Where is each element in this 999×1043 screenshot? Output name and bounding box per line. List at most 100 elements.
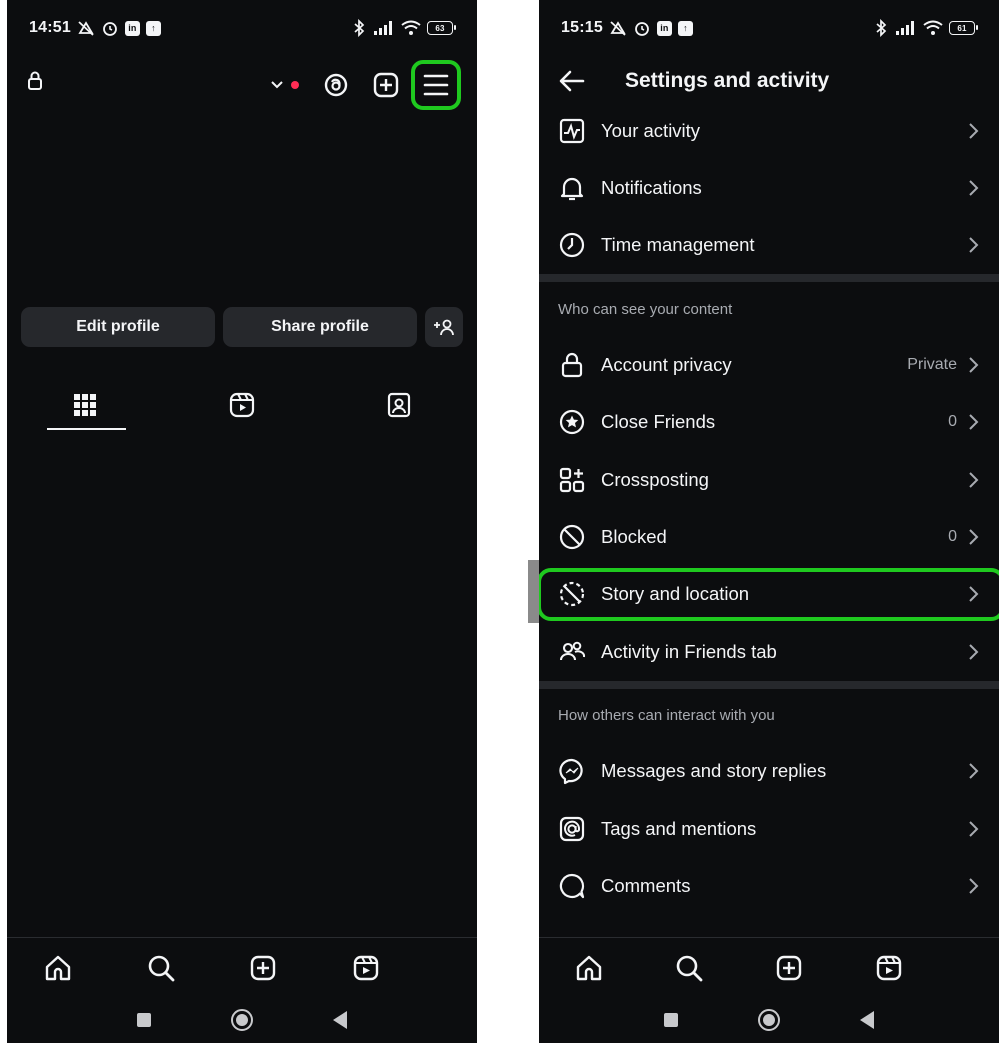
upload-icon: ↑ bbox=[145, 20, 161, 36]
star-circle-icon bbox=[557, 407, 587, 437]
lock-icon bbox=[28, 71, 42, 90]
page-title: Settings and activity bbox=[625, 69, 830, 92]
add-person-icon bbox=[434, 319, 454, 336]
comment-icon bbox=[557, 871, 587, 901]
messenger-icon bbox=[557, 756, 587, 786]
crossposting-icon bbox=[557, 465, 587, 495]
nav-create[interactable] bbox=[238, 943, 288, 993]
search-icon bbox=[148, 955, 175, 981]
blocked-icon bbox=[557, 522, 587, 552]
home-icon bbox=[576, 955, 602, 980]
system-navigation bbox=[539, 997, 999, 1043]
discover-people-button[interactable] bbox=[425, 307, 463, 347]
tagged-person-icon bbox=[387, 392, 410, 418]
clock-icon bbox=[557, 230, 587, 260]
tab-posts-grid[interactable] bbox=[7, 380, 164, 430]
settings-item-blocked[interactable]: Blocked 0 bbox=[539, 508, 999, 565]
tab-tagged[interactable] bbox=[320, 380, 477, 430]
section-divider bbox=[539, 274, 999, 283]
settings-item-time-management[interactable]: Time management bbox=[539, 217, 999, 274]
arrow-left-icon bbox=[559, 70, 585, 92]
edit-profile-button[interactable]: Edit profile bbox=[21, 307, 215, 347]
section-heading: How others can interact with you bbox=[558, 707, 775, 725]
chevron-right-icon bbox=[969, 529, 979, 545]
search-icon bbox=[676, 955, 703, 981]
share-profile-button[interactable]: Share profile bbox=[223, 307, 417, 347]
chevron-right-icon bbox=[969, 820, 979, 837]
settings-item-tags-mentions[interactable]: Tags and mentions bbox=[539, 800, 999, 857]
chevron-right-icon bbox=[969, 586, 979, 603]
home-system-button[interactable] bbox=[758, 1009, 780, 1031]
status-bar: 14:51 in ↑ 63 bbox=[7, 0, 477, 56]
settings-item-notifications[interactable]: Notifications bbox=[539, 159, 999, 216]
alarm-icon bbox=[635, 22, 649, 36]
friends-icon bbox=[557, 637, 587, 667]
status-time: 15:15 bbox=[561, 19, 603, 36]
lock-icon bbox=[557, 350, 587, 380]
chevron-right-icon bbox=[969, 471, 979, 488]
settings-item-close-friends[interactable]: Close Friends 0 bbox=[539, 394, 999, 451]
profile-screen: 14:51 in ↑ 63 Edit profile Share profile bbox=[7, 0, 477, 1043]
divider-marker bbox=[528, 560, 539, 623]
nav-reels[interactable] bbox=[864, 943, 914, 993]
settings-item-activity-friends-tab[interactable]: Activity in Friends tab bbox=[539, 623, 999, 680]
settings-item-comments[interactable]: Comments bbox=[539, 857, 999, 914]
settings-item-messages-story-replies[interactable]: Messages and story replies bbox=[539, 743, 999, 800]
chevron-right-icon bbox=[969, 878, 979, 894]
notification-dot bbox=[291, 81, 299, 89]
bluetooth-icon bbox=[876, 19, 887, 37]
account-switcher[interactable] bbox=[270, 80, 299, 90]
create-button[interactable] bbox=[361, 62, 411, 108]
settings-item-account-privacy[interactable]: Account privacy Private bbox=[539, 336, 999, 393]
plus-square-icon bbox=[251, 955, 276, 980]
tab-reels[interactable] bbox=[164, 380, 321, 430]
nav-home[interactable] bbox=[33, 943, 83, 993]
settings-screen: 15:15 in ↑ 61 Settings and activity Your… bbox=[539, 0, 999, 1043]
section-heading: Who can see your content bbox=[558, 300, 733, 318]
nav-home[interactable] bbox=[564, 943, 614, 993]
no-signal-icon bbox=[78, 21, 94, 36]
bell-icon bbox=[557, 173, 587, 203]
plus-square-icon bbox=[373, 72, 399, 98]
close-friends-count: 0 bbox=[948, 413, 957, 431]
reels-icon bbox=[353, 955, 378, 980]
nav-search[interactable] bbox=[664, 943, 714, 993]
status-time: 14:51 bbox=[29, 19, 71, 36]
reels-icon bbox=[876, 955, 902, 980]
signal-icon bbox=[374, 21, 392, 35]
chevron-right-icon bbox=[969, 763, 979, 779]
no-signal-icon bbox=[610, 21, 626, 36]
settings-item-crossposting[interactable]: Crossposting bbox=[539, 451, 999, 508]
privacy-status: Private bbox=[907, 355, 957, 373]
chevron-right-icon bbox=[969, 357, 979, 373]
threads-button[interactable] bbox=[311, 62, 361, 108]
recents-button[interactable] bbox=[664, 1013, 678, 1027]
chevron-right-icon bbox=[969, 122, 979, 139]
signal-icon bbox=[896, 21, 914, 35]
back-system-button[interactable] bbox=[333, 1011, 347, 1029]
threads-icon bbox=[324, 73, 348, 97]
nav-search[interactable] bbox=[136, 943, 186, 993]
settings-header: Settings and activity bbox=[539, 56, 999, 106]
home-icon bbox=[46, 955, 71, 980]
back-button[interactable] bbox=[539, 56, 605, 106]
wifi-icon bbox=[923, 20, 943, 35]
settings-item-story-and-location[interactable]: Story and location bbox=[539, 566, 999, 623]
home-system-button[interactable] bbox=[231, 1009, 253, 1031]
chevron-right-icon bbox=[969, 414, 979, 430]
chevron-right-icon bbox=[969, 180, 979, 196]
linkedin-icon: in bbox=[124, 20, 140, 36]
recents-button[interactable] bbox=[137, 1013, 151, 1027]
bluetooth-icon bbox=[354, 19, 365, 37]
bottom-navigation bbox=[539, 937, 999, 997]
nav-create[interactable] bbox=[764, 943, 814, 993]
profile-content-tabs bbox=[7, 380, 477, 430]
battery-indicator: 63 bbox=[427, 21, 456, 35]
settings-item-your-activity[interactable]: Your activity bbox=[539, 102, 999, 159]
story-location-icon bbox=[557, 579, 587, 609]
back-system-button[interactable] bbox=[860, 1011, 874, 1029]
blocked-count: 0 bbox=[948, 528, 957, 546]
linkedin-icon: in bbox=[656, 20, 672, 36]
menu-button[interactable] bbox=[411, 60, 461, 110]
nav-reels[interactable] bbox=[341, 943, 391, 993]
